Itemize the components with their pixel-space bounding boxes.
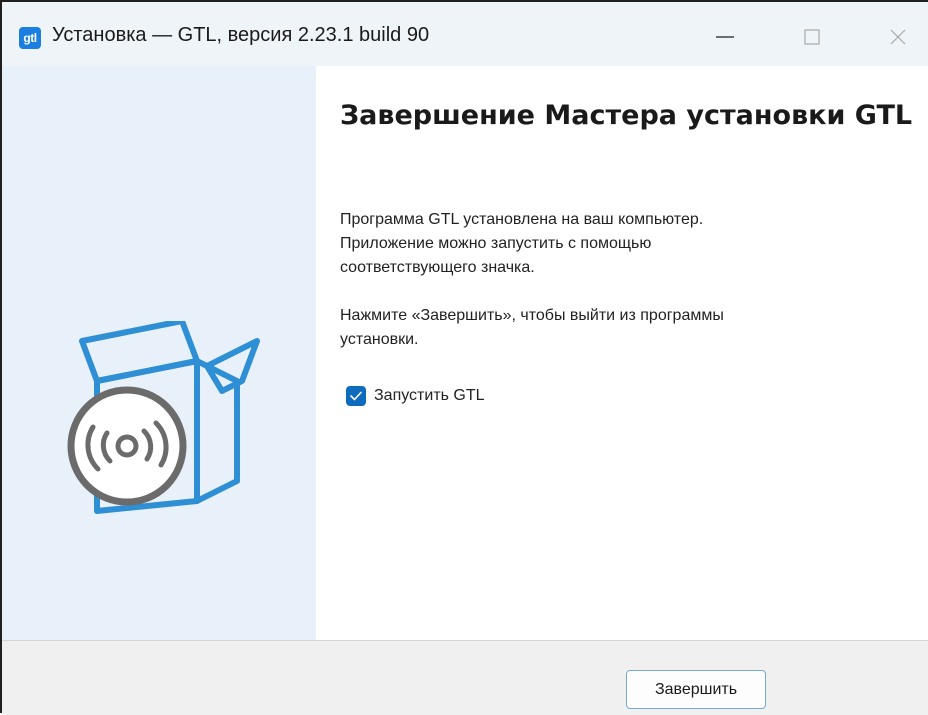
finish-button[interactable]: Завершить: [626, 670, 766, 709]
installer-window: gtl Установка — GTL, версия 2.23.1 build…: [0, 0, 928, 715]
launch-gtl-checkbox[interactable]: [346, 386, 366, 406]
maximize-icon: [804, 29, 820, 45]
maximize-button[interactable]: [782, 12, 842, 62]
box-with-disc-icon: [67, 321, 260, 514]
minimize-icon: [716, 36, 734, 38]
page-title: Завершение Мастера установки GTL: [340, 100, 913, 131]
close-icon: [890, 29, 906, 45]
side-banner: [2, 66, 316, 640]
gtl-app-icon: gtl: [19, 27, 41, 49]
installed-message: Программа GTL установлена на ваш компьют…: [340, 211, 704, 276]
window-title: Установка — GTL, версия 2.23.1 build 90: [52, 24, 430, 46]
checkmark-icon: [350, 391, 362, 401]
minimize-button[interactable]: [695, 12, 755, 62]
title-bar[interactable]: gtl Установка — GTL, версия 2.23.1 build…: [2, 2, 928, 66]
close-button[interactable]: [868, 12, 928, 62]
launch-gtl-label: Запустить GTL: [374, 387, 485, 404]
content-panel: Завершение Мастера установки GTL Програм…: [316, 66, 928, 640]
button-bar: Завершить: [2, 640, 928, 715]
launch-gtl-checkbox-row[interactable]: Запустить GTL: [346, 386, 485, 406]
finish-instruction: Нажмите «Завершить», чтобы выйти из прог…: [340, 307, 724, 348]
